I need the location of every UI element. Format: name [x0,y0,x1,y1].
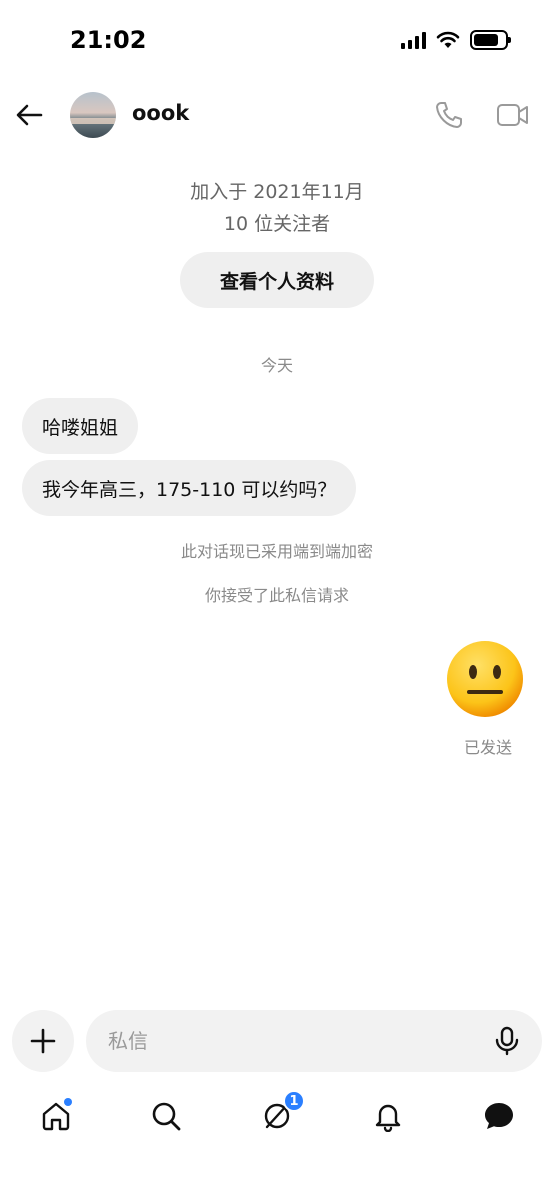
notification-badge: 1 [283,1090,305,1112]
sent-emoji-message[interactable] [446,640,524,718]
view-profile-button[interactable]: 查看个人资料 [180,252,374,308]
arrow-left-icon [16,104,43,126]
follower-count: 10 位关注者 [223,213,331,235]
joined-date: 加入于 2021年11月 [190,181,364,203]
message-composer [86,1010,542,1072]
battery-icon [470,30,511,50]
video-call-button[interactable] [496,100,530,130]
video-camera-icon [497,104,528,126]
date-separator: 今天 [260,356,293,375]
status-bar: 21:02 [0,0,554,80]
phone-icon [436,102,462,128]
status-icons [401,30,511,50]
voice-message-button[interactable] [492,1026,522,1056]
received-message[interactable]: 我今年高三，175-110 可以约吗？ [22,460,357,516]
profile-summary: 加入于 2021年11月 10 位关注者 [0,176,554,240]
message-input[interactable] [108,1010,468,1072]
notification-dot [64,1098,72,1106]
nav-search[interactable] [146,1096,186,1136]
status-time: 21:02 [70,26,147,54]
add-attachment-button[interactable] [12,1010,74,1072]
chat-username[interactable]: oook [132,101,189,125]
neutral-face-emoji-icon [447,641,523,717]
wifi-icon [436,31,460,48]
search-icon [152,1102,181,1131]
bottom-nav: 1 [0,1088,554,1148]
bell-icon [375,1104,401,1132]
request-accepted-notice: 你接受了此私信请求 [204,586,349,605]
avatar[interactable] [70,92,116,138]
voice-call-button[interactable] [434,100,464,130]
back-button[interactable] [14,100,44,130]
nav-messages[interactable] [479,1096,519,1136]
chat-header: oook [0,86,554,146]
cellular-signal-icon [401,31,426,49]
nav-threads[interactable]: 1 [257,1090,305,1136]
message-status: 已发送 [463,738,512,757]
nav-home[interactable] [36,1096,76,1136]
received-message[interactable]: 哈喽姐姐 [22,398,139,454]
encryption-notice[interactable]: 此对话现已采用端到端加密 [0,538,554,562]
plus-icon [30,1028,56,1054]
nav-notifications[interactable] [368,1096,408,1136]
chat-bubble-icon [485,1103,513,1129]
microphone-icon [495,1026,519,1056]
